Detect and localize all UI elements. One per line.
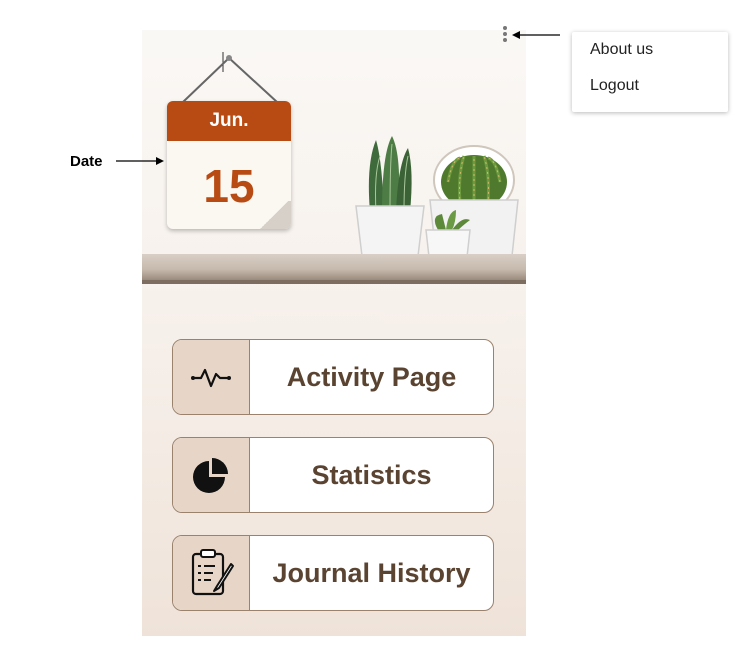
journal-icon xyxy=(191,549,234,596)
plants-illustration xyxy=(355,136,519,266)
calendar-hanger xyxy=(182,52,278,103)
statistics-label: Statistics xyxy=(311,459,432,490)
statistics-icon-box xyxy=(173,438,250,512)
annotation-arrow-date xyxy=(116,157,164,165)
journal-history-button[interactable]: Journal History xyxy=(172,535,494,611)
journal-history-label: Journal History xyxy=(272,557,471,588)
menu-item-about-us[interactable]: About us xyxy=(572,32,728,68)
activity-icon xyxy=(191,368,231,388)
page-curl xyxy=(257,201,291,229)
menu-item-logout[interactable]: Logout xyxy=(572,68,728,104)
activity-page-button[interactable]: Activity Page xyxy=(172,339,494,415)
activity-page-label: Activity Page xyxy=(286,361,457,392)
tall-cactus-icon xyxy=(368,136,412,213)
shelf xyxy=(142,254,526,284)
date-annotation-label: Date xyxy=(70,153,103,170)
annotation-arrow-menu xyxy=(512,31,560,39)
calendar-month: Jun. xyxy=(167,101,291,141)
date-calendar: Jun. 15 xyxy=(167,101,291,229)
pie-chart-icon xyxy=(193,458,228,493)
activity-icon-box xyxy=(173,340,250,414)
app-screen: Jun. 15 Activity Page Statistics Journal… xyxy=(142,30,526,636)
statistics-button[interactable]: Statistics xyxy=(172,437,494,513)
journal-icon-box xyxy=(173,536,250,610)
overflow-menu: About us Logout xyxy=(572,32,728,112)
more-vert-icon[interactable] xyxy=(500,26,510,42)
